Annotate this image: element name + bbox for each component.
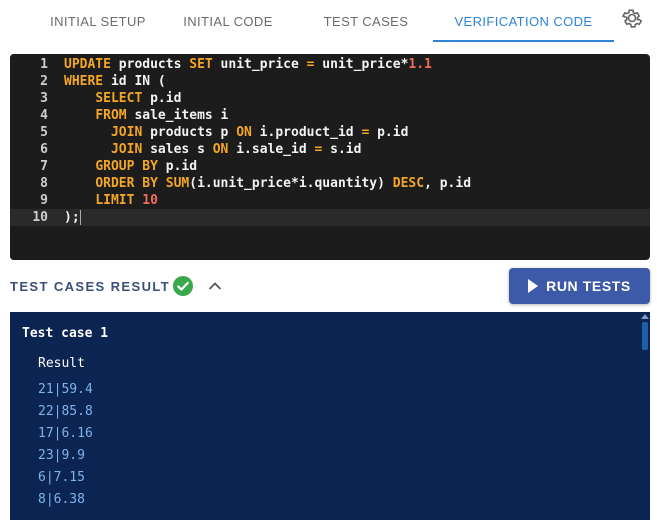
code-text: GROUP BY p.id xyxy=(64,158,197,175)
chevron-up-icon[interactable] xyxy=(206,277,224,295)
sql-token: id IN ( xyxy=(103,74,166,89)
line-number: 1 xyxy=(40,57,48,72)
sql-token: products xyxy=(110,57,190,72)
sql-token: i.sale_id xyxy=(228,142,315,157)
result-row: 22|85.8 xyxy=(38,404,93,419)
gear-icon[interactable] xyxy=(620,6,644,30)
code-text: SELECT p.id xyxy=(64,90,181,107)
code-line[interactable]: 7 GROUP BY p.id xyxy=(10,158,650,175)
sql-keyword: DESC xyxy=(392,176,425,191)
sql-token: p.id xyxy=(142,91,182,106)
line-number: 5 xyxy=(40,125,48,140)
play-icon xyxy=(528,279,539,293)
result-row: 21|59.4 xyxy=(38,382,93,397)
sql-token: ); xyxy=(64,210,80,225)
line-number: 4 xyxy=(40,108,48,123)
sql-keyword: LIMIT xyxy=(95,193,135,208)
code-line[interactable]: 10); xyxy=(10,209,650,226)
results-title: TEST CASES RESULT xyxy=(10,279,171,294)
line-number: 6 xyxy=(40,142,48,157)
line-number: 8 xyxy=(40,176,48,191)
result-row: 8|6.38 xyxy=(38,492,85,507)
result-row: 6|7.15 xyxy=(38,470,85,485)
active-tab-indicator xyxy=(433,40,614,42)
scroll-up-arrow[interactable] xyxy=(641,314,649,319)
test-output-panel: Test case 1 Result 21|59.4 22|85.8 17|6.… xyxy=(10,312,650,520)
code-text: JOIN sales s ON i.sale_id = s.id xyxy=(64,141,361,158)
sql-keyword: ORDER BY xyxy=(95,176,158,191)
run-tests-label: RUN TESTS xyxy=(546,278,631,294)
sql-token: i.product_id xyxy=(251,125,362,140)
code-line[interactable]: 4 FROM sale_items i xyxy=(10,107,650,124)
sql-token: , p.id xyxy=(424,176,472,191)
result-label: Result xyxy=(38,356,85,371)
tab-initial-code[interactable]: INITIAL CODE xyxy=(152,0,304,42)
code-line[interactable]: 6 JOIN sales s ON i.sale_id = s.id xyxy=(10,141,650,158)
line-number: 9 xyxy=(40,193,48,208)
sql-keyword: GROUP BY xyxy=(95,159,158,174)
code-text: ); xyxy=(64,209,81,226)
sql-keyword: FROM xyxy=(95,108,127,123)
test-case-title: Test case 1 xyxy=(22,326,109,341)
line-number: 2 xyxy=(40,74,48,89)
code-text: ORDER BY SUM(i.unit_price*i.quantity) DE… xyxy=(64,175,471,192)
sql-token: products p xyxy=(142,125,237,140)
code-line[interactable]: 2 WHERE id IN ( xyxy=(10,73,650,90)
run-tests-button[interactable]: RUN TESTS xyxy=(509,268,650,304)
line-number: 3 xyxy=(40,91,48,106)
sql-keyword: ON xyxy=(212,142,229,157)
sql-keyword: JOIN xyxy=(110,125,143,140)
sql-number: 1.1 xyxy=(408,57,432,72)
code-text: WHERE id IN ( xyxy=(64,73,166,90)
sql-keyword: SET xyxy=(189,57,213,72)
code-line[interactable]: 8 ORDER BY SUM(i.unit_price*i.quantity) … xyxy=(10,175,650,192)
result-row: 17|6.16 xyxy=(38,426,93,441)
code-text: FROM sale_items i xyxy=(64,107,228,124)
sql-token: p.id xyxy=(369,125,409,140)
result-row: 23|9.9 xyxy=(38,448,85,463)
sql-keyword: WHERE xyxy=(64,74,104,89)
sql-number: 10 xyxy=(142,193,158,208)
sql-keyword: SELECT xyxy=(95,91,143,106)
sql-token: unit_price xyxy=(212,57,307,72)
sql-token: (i.unit_price*i.quantity) xyxy=(189,176,393,191)
sql-keyword: JOIN xyxy=(110,142,143,157)
code-line[interactable]: 3 SELECT p.id xyxy=(10,90,650,107)
sql-token: sale_items i xyxy=(126,108,229,123)
sql-token: unit_price* xyxy=(314,57,409,72)
sql-keyword: UPDATE xyxy=(64,57,111,72)
code-line[interactable]: 1 UPDATE products SET unit_price = unit_p… xyxy=(10,56,650,73)
code-editor[interactable]: 1 UPDATE products SET unit_price = unit_p… xyxy=(10,54,650,260)
code-text: LIMIT 10 xyxy=(64,192,158,209)
sql-token: s.id xyxy=(322,142,362,157)
tab-bar: INITIAL SETUP INITIAL CODE TEST CASES VE… xyxy=(0,0,657,42)
sql-token: p.id xyxy=(157,159,198,174)
code-line[interactable]: 9 LIMIT 10 xyxy=(10,192,650,209)
code-line[interactable]: 5 JOIN products p ON i.product_id = p.id xyxy=(10,124,650,141)
text-cursor xyxy=(79,210,81,225)
code-text: JOIN products p ON i.product_id = p.id xyxy=(64,124,408,141)
sql-keyword: SUM xyxy=(165,176,190,191)
tab-test-cases[interactable]: TEST CASES xyxy=(290,0,442,42)
tab-verification-code[interactable]: VERIFICATION CODE xyxy=(433,0,614,42)
sql-keyword: ON xyxy=(236,125,252,140)
sql-token: sales s xyxy=(142,142,213,157)
check-circle-icon xyxy=(173,276,193,296)
line-number: 10 xyxy=(32,210,48,225)
scrollbar-thumb[interactable] xyxy=(642,322,648,350)
code-text: UPDATE products SET unit_price = unit_pr… xyxy=(64,56,432,73)
line-number: 7 xyxy=(40,159,48,174)
